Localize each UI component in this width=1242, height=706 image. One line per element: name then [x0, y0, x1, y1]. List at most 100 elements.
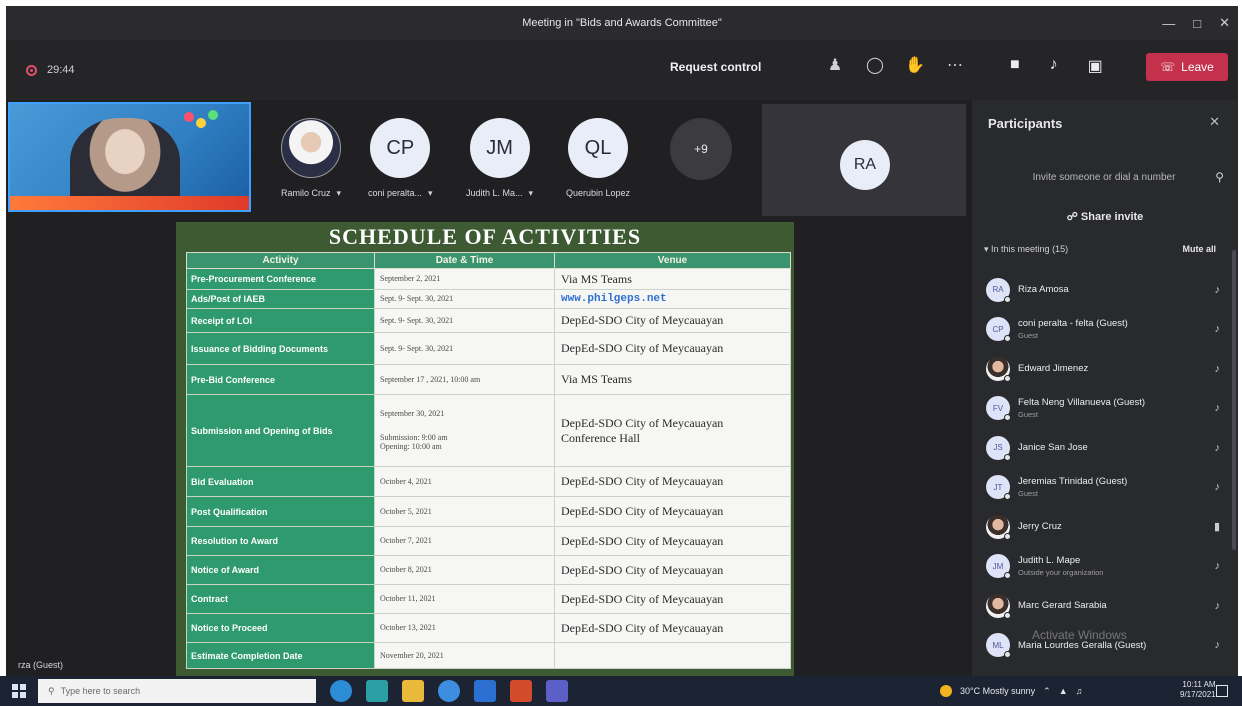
chat-icon[interactable]: ◯	[864, 54, 886, 76]
weather-icon[interactable]	[940, 685, 952, 697]
presenter-label: rza (Guest)	[18, 660, 64, 670]
list-item[interactable]: CP coni peralta - felta (Guest) Guest ♪	[986, 310, 1226, 350]
weather-text[interactable]: 30°C Mostly sunny	[960, 686, 1035, 696]
in-meeting-label: In this meeting (15)	[991, 244, 1069, 254]
mic-icon[interactable]: ♪	[1050, 56, 1058, 76]
more-options-icon[interactable]: ⋯	[944, 54, 966, 76]
date-cell: September 2, 2021	[374, 268, 555, 290]
stage-participant[interactable]: QL Querubin Lopez	[566, 118, 630, 198]
date-cell: Sept. 9- Sept. 30, 2021	[374, 289, 555, 309]
table-row: Resolution to Award October 7, 2021 DepE…	[186, 526, 791, 556]
search-icon[interactable]: ⚲	[1215, 170, 1224, 184]
participant-subtitle: Guest	[1018, 489, 1039, 499]
chrome-icon[interactable]	[438, 680, 460, 702]
venue-link[interactable]: www.philgeps.net	[554, 289, 791, 309]
venue-cell: DepEd-SDO City of Meycauayan	[554, 466, 791, 497]
table-row: Pre-Procurement Conference September 2, …	[186, 268, 791, 290]
share-tray-icon[interactable]: ▣	[1088, 56, 1103, 76]
teams-icon[interactable]	[546, 680, 568, 702]
venue-cell: DepEd-SDO City of Meycauayan	[554, 308, 791, 333]
volume-icon[interactable]: ♫	[1076, 686, 1083, 696]
close-panel-icon[interactable]: ✕	[1209, 114, 1220, 130]
table-row: Submission and Opening of Bids September…	[186, 394, 791, 467]
avatar	[986, 356, 1011, 382]
share-icon: ☍	[1066, 211, 1081, 223]
activity-cell: Ads/Post of IAEB	[186, 289, 375, 309]
list-item[interactable]: JT Jeremias Trinidad (Guest) Guest ♪	[986, 468, 1226, 508]
leave-button[interactable]: ☏ Leave	[1146, 53, 1228, 81]
mic-off-icon: ♪	[1214, 402, 1221, 415]
minimize-icon[interactable]: —	[1162, 16, 1175, 31]
close-icon[interactable]: ✕	[1219, 15, 1230, 31]
maximize-icon[interactable]: □	[1193, 16, 1201, 31]
column-header: Activity	[186, 252, 375, 269]
list-item[interactable]: Jerry Cruz ▮	[986, 507, 1226, 547]
reactions-icon[interactable]: ✋	[904, 54, 926, 76]
taskbar-clock[interactable]: 10:11 AM 9/17/2021	[1180, 680, 1216, 699]
shared-screen-slide: SCHEDULE OF ACTIVITIES Activity Date & T…	[176, 222, 794, 676]
avatar	[281, 118, 342, 178]
table-row: Notice of Award October 8, 2021 DepEd-SD…	[186, 555, 791, 585]
notification-icon[interactable]	[1216, 685, 1228, 697]
stage-participant[interactable]: Ramilo Cruz ▾	[281, 118, 341, 199]
avatar: FV	[986, 396, 1011, 422]
list-item[interactable]: Edward Jimenez ♪	[986, 349, 1226, 389]
taskbar-search-input[interactable]: ⚲ Type here to search	[38, 679, 316, 703]
participant-name: Marc Gerard Sarabia	[1018, 600, 1107, 612]
participant-tile-ra[interactable]: RA	[762, 104, 966, 216]
request-control-button[interactable]: Request control	[670, 60, 761, 74]
participant-name: Janice San Jose	[1018, 442, 1088, 454]
people-icon[interactable]: ♟	[824, 54, 846, 76]
table-row: Ads/Post of IAEB Sept. 9- Sept. 30, 2021…	[186, 289, 791, 309]
mic-off-icon: ♪	[1214, 639, 1221, 652]
list-item[interactable]: RA Riza Amosa ♪	[986, 270, 1226, 310]
list-item[interactable]: JM Judith L. Mape Outside your organizati…	[986, 547, 1226, 587]
venue-cell: Via MS Teams	[554, 364, 791, 395]
avatar	[986, 593, 1011, 619]
in-meeting-header[interactable]: ▾ In this meeting (15)	[984, 244, 1068, 255]
invite-input[interactable]: Invite someone or dial a number ⚲	[980, 164, 1228, 190]
activity-cell: Contract	[186, 584, 375, 614]
participant-name: Ramilo Cruz	[281, 188, 331, 198]
file-explorer-icon[interactable]	[402, 680, 424, 702]
share-invite-button[interactable]: ☍ Share invite	[972, 210, 1238, 223]
venue-cell: DepEd-SDO City of Meycauayan	[554, 496, 791, 527]
mute-all-button[interactable]: Mute all	[1182, 244, 1216, 254]
clock-time: 10:11 AM	[1182, 680, 1216, 689]
chevron-up-icon[interactable]: ⌃	[1043, 686, 1051, 697]
activity-cell: Post Qualification	[186, 496, 375, 527]
panel-scrollbar[interactable]	[1232, 250, 1236, 550]
mic-off-icon: ▾	[428, 188, 433, 198]
list-item[interactable]: FV Felta Neng Villanueva (Guest) Guest ♪	[986, 389, 1226, 429]
activity-cell: Issuance of Bidding Documents	[186, 332, 375, 365]
video-tile[interactable]	[8, 102, 251, 212]
powerpoint-icon[interactable]	[510, 680, 532, 702]
overflow-participants-button[interactable]: +9	[670, 118, 732, 180]
network-icon[interactable]: ▲	[1059, 686, 1068, 696]
list-item[interactable]: Marc Gerard Sarabia ♪	[986, 586, 1226, 626]
date-cell: November 20, 2021	[374, 642, 555, 669]
participants-panel: Participants ✕ Invite someone or dial a …	[972, 100, 1238, 676]
camera-icon[interactable]: ■	[1010, 56, 1020, 76]
store-icon[interactable]	[366, 680, 388, 702]
avatar: QL	[568, 118, 629, 178]
word-icon[interactable]	[474, 680, 496, 702]
system-tray: 30°C Mostly sunny ⌃ ▲ ♫	[940, 676, 1082, 706]
windows-start-icon[interactable]	[12, 684, 26, 698]
stage-participant[interactable]: JM Judith L. Ma... ▾	[466, 118, 533, 199]
participant-name: Querubin Lopez	[566, 188, 631, 198]
date-cell: October 13, 2021	[374, 613, 555, 643]
clock-date: 9/17/2021	[1180, 689, 1216, 699]
edge-icon[interactable]	[330, 680, 352, 702]
venue-cell: Via MS Teams	[554, 268, 791, 290]
list-item[interactable]: JS Janice San Jose ♪	[986, 428, 1226, 468]
meeting-timer: 29:44	[47, 64, 75, 76]
phone-hangup-icon: ☏	[1160, 60, 1176, 74]
invite-placeholder: Invite someone or dial a number	[1032, 171, 1176, 183]
activity-cell: Notice of Award	[186, 555, 375, 585]
column-header: Venue	[554, 252, 791, 269]
avatar: ML	[986, 633, 1011, 659]
date-cell: October 7, 2021	[374, 526, 555, 556]
taskbar-apps	[330, 680, 568, 702]
stage-participant[interactable]: CP coni peralta... ▾	[368, 118, 433, 199]
